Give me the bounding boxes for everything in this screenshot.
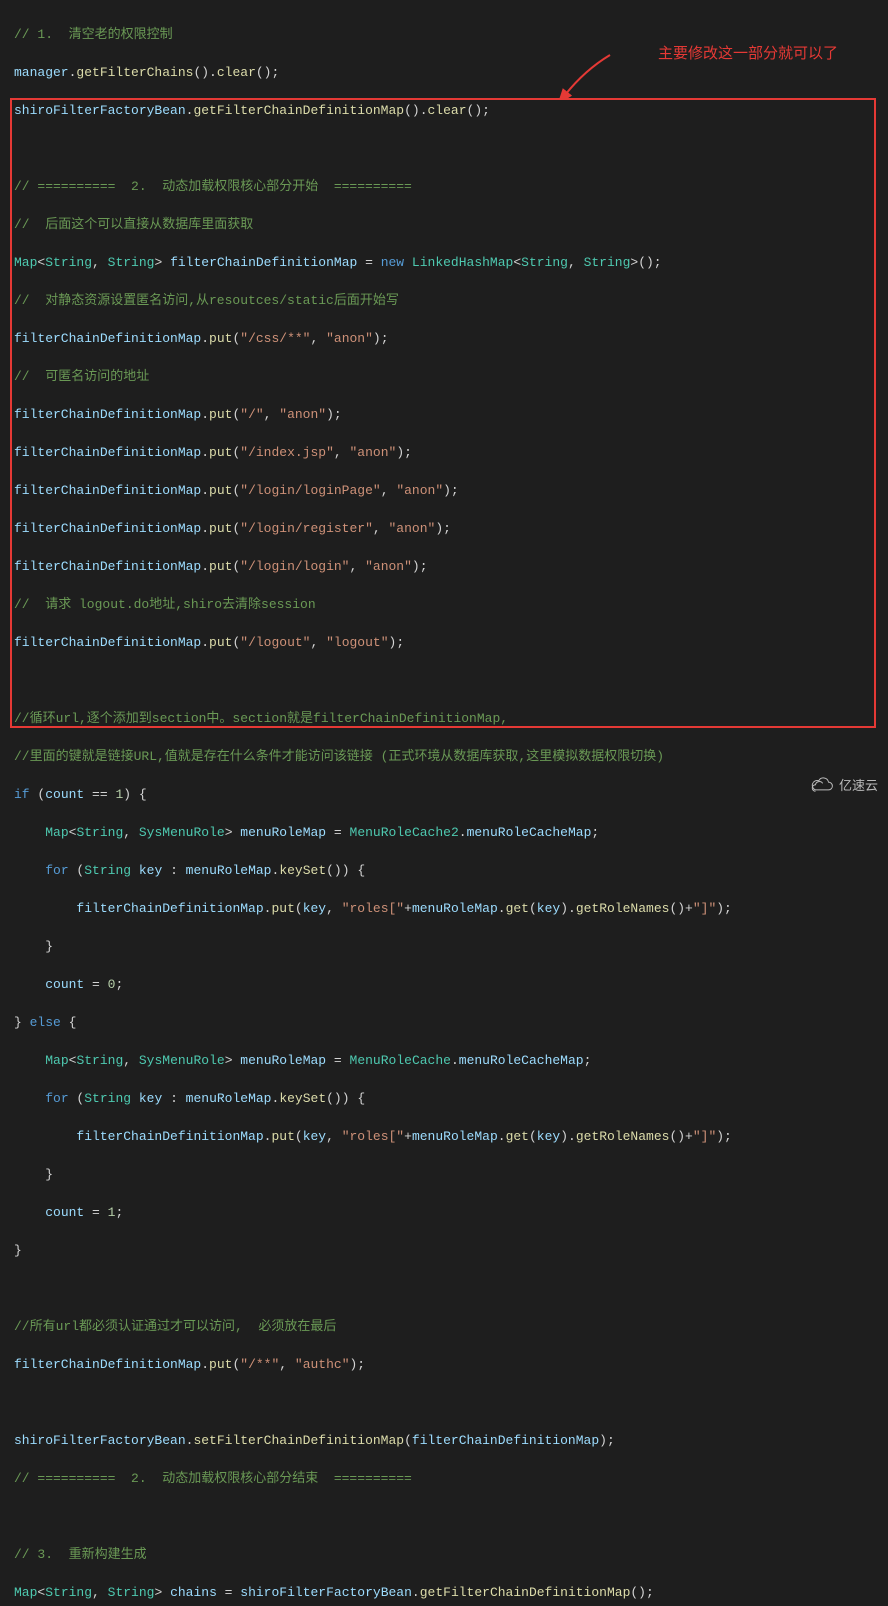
code-line: shiroFilterFactoryBean.getFilterChainDef… <box>14 101 874 120</box>
comment-line: // 1. 清空老的权限控制 <box>14 25 874 44</box>
code-line: } <box>14 937 874 956</box>
code-line: Map<String, SysMenuRole> menuRoleMap = M… <box>14 1051 874 1070</box>
comment-line: // 请求 logout.do地址,shiro去清除session <box>14 595 874 614</box>
code-line: filterChainDefinitionMap.put("/", "anon"… <box>14 405 874 424</box>
annotation-text: 主要修改这一部分就可以了 <box>658 44 838 63</box>
code-line: } else { <box>14 1013 874 1032</box>
code-line: filterChainDefinitionMap.put("/login/log… <box>14 481 874 500</box>
code-line: filterChainDefinitionMap.put(key, "roles… <box>14 899 874 918</box>
watermark-text: 亿速云 <box>839 776 878 795</box>
blank-line <box>14 1279 874 1298</box>
code-line: } <box>14 1241 874 1260</box>
code-line: count = 1; <box>14 1203 874 1222</box>
comment-line: // 3. 重新构建生成 <box>14 1545 874 1564</box>
comment-line: // 对静态资源设置匿名访问,从resoutces/static后面开始写 <box>14 291 874 310</box>
code-line: count = 0; <box>14 975 874 994</box>
code-line: if (count == 1) { <box>14 785 874 804</box>
code-line: Map<String, String> filterChainDefinitio… <box>14 253 874 272</box>
comment-line: // ========== 2. 动态加载权限核心部分开始 ========== <box>14 177 874 196</box>
watermark: 亿速云 <box>809 776 878 795</box>
blank-line <box>14 671 874 690</box>
comment-line: //里面的键就是链接URL,值就是存在什么条件才能访问该链接 (正式环境从数据库… <box>14 747 874 766</box>
blank-line <box>14 1507 874 1526</box>
code-line: manager.getFilterChains().clear(); <box>14 63 874 82</box>
code-line: filterChainDefinitionMap.put("/**", "aut… <box>14 1355 874 1374</box>
code-line: for (String key : menuRoleMap.keySet()) … <box>14 1089 874 1108</box>
code-line: Map<String, String> chains = shiroFilter… <box>14 1583 874 1602</box>
comment-line: // 可匿名访问的地址 <box>14 367 874 386</box>
comment-line: //循环url,逐个添加到section中。section就是filterCha… <box>14 709 874 728</box>
code-line: filterChainDefinitionMap.put(key, "roles… <box>14 1127 874 1146</box>
code-line: filterChainDefinitionMap.put("/index.jsp… <box>14 443 874 462</box>
comment-line: //所有url都必须认证通过才可以访问, 必须放在最后 <box>14 1317 874 1336</box>
code-line: } <box>14 1165 874 1184</box>
code-line: shiroFilterFactoryBean.setFilterChainDef… <box>14 1431 874 1450</box>
code-line: for (String key : menuRoleMap.keySet()) … <box>14 861 874 880</box>
code-editor[interactable]: // 1. 清空老的权限控制 manager.getFilterChains()… <box>0 0 888 1606</box>
code-line: filterChainDefinitionMap.put("/css/**", … <box>14 329 874 348</box>
blank-line <box>14 1393 874 1412</box>
code-line: filterChainDefinitionMap.put("/login/log… <box>14 557 874 576</box>
code-line: Map<String, SysMenuRole> menuRoleMap = M… <box>14 823 874 842</box>
comment-line: // ========== 2. 动态加载权限核心部分结束 ========== <box>14 1469 874 1488</box>
cloud-icon <box>809 777 835 795</box>
comment-line: // 后面这个可以直接从数据库里面获取 <box>14 215 874 234</box>
blank-line <box>14 139 874 158</box>
code-line: filterChainDefinitionMap.put("/login/reg… <box>14 519 874 538</box>
code-line: filterChainDefinitionMap.put("/logout", … <box>14 633 874 652</box>
